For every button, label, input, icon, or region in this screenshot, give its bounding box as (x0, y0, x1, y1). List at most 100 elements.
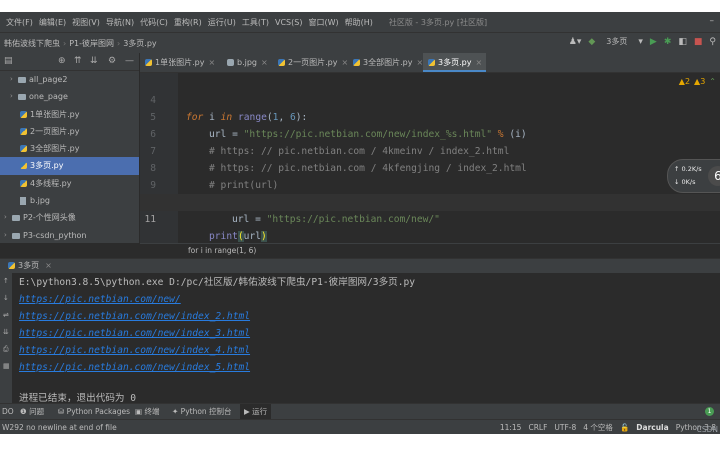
run-console[interactable]: E:\python3.8.5\python.exe D:/pc/社区版/韩佑波线… (13, 273, 720, 408)
tab-2[interactable]: b.jpg × (222, 53, 272, 72)
print-icon[interactable]: ⎙ (3, 345, 9, 354)
tree-item-py[interactable]: 1单张图片.py (0, 106, 139, 123)
inspection-indicators[interactable]: ▲2 ▲3 ⌃ (679, 77, 716, 86)
debug-icon[interactable]: ✱ (664, 37, 672, 47)
chevron-down-icon[interactable]: ▾ (638, 37, 643, 47)
gear-icon[interactable]: ⚙ (108, 56, 116, 66)
run-tab-label: 3多页 (18, 261, 40, 270)
menu-refactor[interactable]: 重构(R) (174, 17, 202, 28)
indent-setting[interactable]: 4 个空格 (583, 420, 613, 434)
event-log-icon[interactable]: 1 (705, 407, 714, 416)
tree-item-folder[interactable]: › one_page (0, 88, 139, 105)
coverage-icon[interactable]: ◧ (678, 37, 687, 47)
code-editor[interactable]: 4 for i in range(1, 6): 5 url = "https:/… (140, 73, 720, 243)
console-link[interactable]: https://pic.netbian.com/new/index_4.html (19, 343, 250, 359)
tab-label: 2一页图片.py (288, 58, 338, 67)
search-icon[interactable]: ⚲ (709, 37, 716, 47)
menu-run[interactable]: 运行(U) (208, 17, 236, 28)
console-link[interactable]: https://pic.netbian.com/new/index_5.html (19, 360, 250, 376)
chevron-right-icon[interactable]: › (4, 227, 7, 244)
menu-help[interactable]: 帮助(H) (345, 17, 373, 28)
menu-view[interactable]: 视图(V) (72, 17, 100, 28)
menu-vcs[interactable]: VCS(S) (275, 18, 302, 27)
tree-item-py[interactable]: 3全部图片.py (0, 140, 139, 157)
tree-item-label: P2-个性网头像 (23, 213, 76, 223)
tab-5-active[interactable]: 3多页.py × (423, 53, 487, 72)
tool-label: 终端 (144, 407, 160, 416)
tool-python-packages[interactable]: ⛁ Python Packages (58, 404, 130, 420)
minimize-icon[interactable]: – (710, 16, 715, 26)
breadcrumb-file[interactable]: 3多页.py (123, 39, 156, 48)
wrap-icon[interactable]: ⇌ (3, 311, 9, 319)
menu-edit[interactable]: 编辑(E) (39, 17, 66, 28)
stop-icon[interactable]: ■ (694, 37, 703, 47)
chevron-up-icon[interactable]: ⌃ (709, 77, 716, 86)
chevron-right-icon[interactable]: › (4, 209, 7, 226)
tab-3[interactable]: 2一页图片.py × (273, 53, 352, 72)
tool-problems[interactable]: ❶ 问题 (20, 404, 44, 420)
chevron-right-icon[interactable]: › (10, 88, 13, 105)
close-icon[interactable]: × (261, 58, 268, 67)
menu-navigate[interactable]: 导航(N) (106, 17, 134, 28)
run-icon[interactable]: ▶ (650, 37, 657, 47)
tree-item-py[interactable]: 4多线程.py (0, 175, 139, 192)
menu-tools[interactable]: 工具(T) (242, 17, 269, 28)
tab-1[interactable]: 1单张图片.py × (140, 53, 219, 72)
arrow-up-icon[interactable]: ↑ (3, 277, 9, 285)
monitor-badge[interactable]: 6 (708, 166, 720, 186)
tool-todo[interactable]: DO (2, 404, 14, 420)
tab-4[interactable]: 3全部图片.py × (348, 53, 427, 72)
user-icon[interactable]: ♟▾ (569, 37, 582, 47)
file-encoding[interactable]: UTF-8 (554, 420, 576, 434)
locate-icon[interactable]: ⊕ (58, 56, 66, 66)
breadcrumb-project[interactable]: 韩佑波线下爬虫 (4, 39, 60, 48)
menu-code[interactable]: 代码(C) (140, 17, 168, 28)
code-token: url (243, 231, 261, 242)
python-file-icon (353, 59, 360, 66)
chevron-right-icon[interactable]: › (10, 71, 13, 88)
build-icon[interactable]: ◆ (588, 37, 595, 47)
menu-window[interactable]: 窗口(W) (308, 17, 338, 28)
scope-breadcrumb[interactable]: for i in range(1, 6) (188, 246, 256, 255)
scroll-end-icon[interactable]: ⇊ (3, 328, 9, 336)
run-tab[interactable]: 3多页 × (8, 259, 52, 273)
collapse-all-icon[interactable]: ⇈ (74, 56, 82, 66)
code-line: 6 # https: // pic.netbian.com / 4kmeinv … (140, 109, 720, 157)
lock-icon[interactable]: 🔓 (620, 420, 629, 434)
arrow-down-icon[interactable]: ↓ (3, 294, 9, 302)
upload-speed-value: 0.2K/s (681, 165, 702, 173)
console-link[interactable]: https://pic.netbian.com/new/ (19, 292, 181, 308)
code-line: 9 if i == 1: (140, 160, 720, 208)
close-icon[interactable]: × (45, 261, 52, 270)
builtin-token: print (209, 231, 238, 242)
hide-icon[interactable]: — (125, 56, 134, 66)
console-link[interactable]: https://pic.netbian.com/new/index_3.html (19, 326, 250, 342)
tree-item-py[interactable]: 3多页.py (0, 157, 139, 175)
breadcrumb-folder[interactable]: P1-彼岸图网 (69, 39, 114, 48)
line-separator[interactable]: CRLF (528, 420, 547, 434)
menu-file[interactable]: 文件(F) (6, 17, 33, 28)
tool-run[interactable]: ▶ 运行 (240, 404, 272, 420)
project-view-icon[interactable]: ▤ (4, 56, 13, 66)
run-config-select[interactable]: 3多页 (602, 36, 631, 47)
tree-item-folder[interactable]: › P3-csdn_python (0, 227, 139, 244)
tree-item-py[interactable]: 2一页图片.py (0, 123, 139, 140)
caret-position[interactable]: 11:15 (500, 420, 522, 434)
tool-terminal[interactable]: ▣ 终端 (135, 404, 159, 420)
weak-warning-count[interactable]: ▲3 (694, 77, 705, 86)
warning-count[interactable]: ▲2 (679, 77, 690, 86)
expand-all-icon[interactable]: ⇊ (90, 56, 98, 66)
console-link[interactable]: https://pic.netbian.com/new/index_2.html (19, 309, 250, 325)
trash-icon[interactable]: ▦ (3, 362, 10, 370)
tree-item-label: 2一页图片.py (30, 126, 80, 136)
close-icon[interactable]: × (475, 58, 482, 67)
run-panel-header: 3多页 × (0, 258, 720, 273)
tree-item-folder[interactable]: › all_page2 (0, 71, 139, 88)
tree-item-file[interactable]: b.jpg (0, 192, 139, 209)
close-icon[interactable]: × (208, 58, 215, 67)
theme-name[interactable]: Darcula (636, 420, 668, 434)
console-command: E:\python3.8.5\python.exe D:/pc/社区版/韩佑波线… (19, 277, 416, 288)
tab-label: 3全部图片.py (363, 58, 413, 67)
tool-python-console[interactable]: ✦ Python 控制台 (172, 404, 232, 420)
tree-item-folder[interactable]: › P2-个性网头像 (0, 209, 139, 226)
